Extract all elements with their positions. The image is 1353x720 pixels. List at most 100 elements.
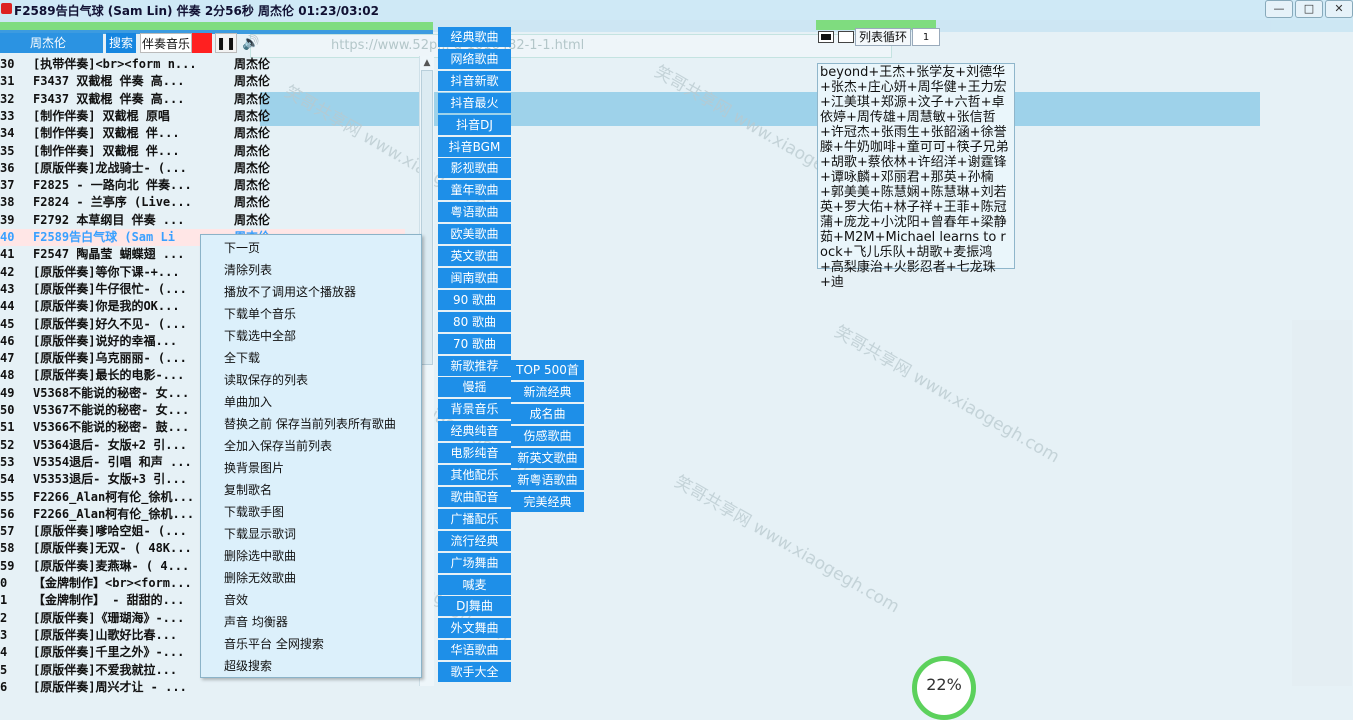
track-artist: 周杰伦 [234,57,271,71]
category-button[interactable]: 完美经典 [511,492,584,512]
track-title: F2824 - 兰亭序 (Live... [33,195,192,210]
context-menu-item[interactable]: 音效 [224,589,248,611]
category-button[interactable]: 其他配乐 [438,465,511,485]
category-button[interactable]: 80 歌曲 [438,311,511,332]
context-menu-item[interactable]: 换背景图片 [224,457,284,479]
category-button[interactable]: 网络歌曲 [438,48,511,69]
category-button[interactable]: 外文舞曲 [438,618,511,639]
context-menu-item[interactable]: 复制歌名 [224,479,272,501]
category-button[interactable]: 抖音新歌 [438,70,511,91]
track-artist: 周杰伦 [234,108,271,123]
category-button[interactable]: 抖音最火 [438,92,511,113]
search-button[interactable]: 搜索 [106,33,136,53]
track-artist: 周杰伦 [234,178,271,193]
category-button[interactable]: 成名曲 [511,404,584,424]
category-button[interactable]: 童年歌曲 [438,180,511,201]
category-button[interactable]: 伤感歌曲 [511,426,584,446]
context-menu-item[interactable]: 读取保存的列表 [224,369,308,391]
volume-icon[interactable]: 🔊 [240,33,262,53]
maximize-button[interactable]: □ [1295,0,1323,18]
context-menu-item[interactable]: 单曲加入 [224,391,272,413]
track-title: F2547 陶晶莹 蝴蝶翅 ... [33,247,185,262]
category-button[interactable]: 歌曲配音 [438,486,511,507]
pause-icon[interactable]: ❚❚ [215,33,237,53]
track-title: [原版伴奏]无双- ( 48K... [33,541,192,556]
category-button[interactable]: 抖音BGM [438,136,511,157]
category-button[interactable]: 英文歌曲 [438,246,511,266]
search-input[interactable]: 周杰伦 [0,33,103,53]
context-menu-item[interactable]: 下载单个音乐 [224,303,296,325]
record-button[interactable] [192,33,212,53]
category-button[interactable]: 经典歌曲 [438,27,511,47]
category-button[interactable]: 新流经典 [511,382,584,402]
track-number: 57 [0,524,15,539]
context-menu-item[interactable]: 替换之前 保存当前列表所有歌曲 [224,413,396,435]
category-button[interactable]: 经典纯音 [438,421,511,442]
context-menu-item[interactable]: 删除无效歌曲 [224,567,296,589]
category-button[interactable]: 背景音乐 [438,399,511,420]
track-title: V5364退后- 女版+2 引... [33,437,187,452]
category-button[interactable]: 新粤语歌曲 [511,470,584,490]
category-button[interactable]: 新英文歌曲 [511,448,584,468]
scroll-up-icon[interactable]: ▲ [420,56,434,70]
category-button[interactable]: 慢摇 [438,377,511,398]
track-number: 33 [0,108,15,123]
context-menu-item[interactable]: 全下载 [224,347,260,369]
category-button[interactable]: 90 歌曲 [438,289,511,310]
category-button[interactable]: 歌手大全 [438,662,511,683]
category-button[interactable]: 广场舞曲 [438,552,511,573]
category-button[interactable]: 喊麦 [438,574,511,595]
category-button[interactable]: 粤语歌曲 [438,202,511,223]
play-count-field[interactable]: 1 [912,28,940,46]
context-menu-item[interactable]: 声音 均衡器 [224,611,288,633]
context-menu-item[interactable]: 全加入保存当前列表 [224,435,332,457]
track-number: 53 [0,454,15,469]
mode-checkbox-filled[interactable] [818,31,834,43]
context-menu-item[interactable]: 删除选中歌曲 [224,545,296,567]
category-button[interactable]: 影视歌曲 [438,158,511,179]
track-number: 0 [0,576,8,590]
track-number: 49 [0,385,15,400]
context-menu-item[interactable]: 下载选中全部 [224,325,296,347]
context-menu-item[interactable]: 下一页 [224,237,260,259]
category-button[interactable]: 新歌推荐 [438,355,511,376]
context-menu-item[interactable]: 音乐平台 全网搜索 [224,633,324,655]
play-mode-button[interactable]: 列表循环 [855,28,911,46]
context-menu-item[interactable]: 超级搜索 [224,655,272,677]
progress-strip[interactable] [0,22,433,30]
context-menu-item[interactable]: 播放不了调用这个播放器 [224,281,356,303]
track-artist: 周杰伦 [234,91,271,106]
track-title: [原版伴奏]你是我的OK... [33,299,180,314]
category-button[interactable]: 70 歌曲 [438,333,511,354]
track-number: 52 [0,437,15,452]
category-button[interactable]: 闽南歌曲 [438,267,511,288]
progress-label: 22% [926,675,962,694]
scroll-thumb[interactable] [421,70,433,365]
context-menu-item[interactable]: 下载歌手图 [224,501,284,523]
track-title: V5353退后- 女版+3 引... [33,472,187,487]
category-button[interactable]: 欧美歌曲 [438,224,511,245]
category-button[interactable]: 广播配乐 [438,508,511,529]
accompaniment-button[interactable]: 伴奏音乐 [140,33,192,53]
close-button[interactable]: ✕ [1325,0,1353,18]
minimize-button[interactable]: — [1265,0,1293,18]
mode-checkbox-empty[interactable] [838,31,854,43]
category-button[interactable]: TOP 500首 [511,360,584,380]
category-button[interactable]: 电影纯音 [438,443,511,464]
watermark: 笑哥共享网 www.xiaogegh.com [670,471,903,618]
context-menu: 下一页 清除列表 播放不了调用这个播放器 下载单个音乐 下载选中全部 全下载 读取保存的列表… [200,234,422,678]
context-menu-item[interactable]: 下载显示歌词 [224,523,296,545]
track-title: [原版伴奏]等你下课-+... [33,264,180,279]
track-title: [原版伴奏]嗲哈空姐- (... [33,524,187,539]
context-menu-item[interactable]: 清除列表 [224,259,272,281]
category-button[interactable]: 华语歌曲 [438,640,511,661]
artist-list[interactable]: beyond+王杰+张学友+刘德华+张杰+庄心妍+周华健+王力宏+江美琪+郑源+… [817,63,1015,290]
category-button[interactable]: 抖音DJ [438,114,511,135]
track-title: V5367不能说的秘密- 女... [33,403,190,417]
category-button[interactable]: DJ舞曲 [438,596,511,617]
track-artist: 周杰伦 [234,160,271,175]
track-title: [原版伴奏]龙战骑士- (... [33,160,187,175]
track-number: 36 [0,160,15,175]
category-button[interactable]: 流行经典 [438,530,511,551]
track-title: [制作伴奏] 双截棍 原唱 [33,108,170,123]
